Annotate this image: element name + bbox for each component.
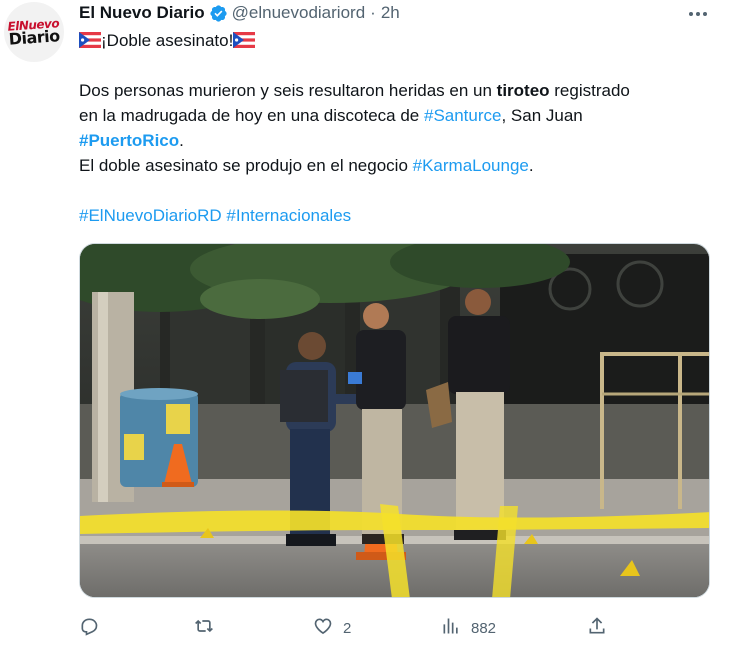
verified-badge-icon[interactable] <box>209 4 228 23</box>
hashtag-link[interactable]: #ElNuevoDiarioRD <box>79 206 222 225</box>
hashtag-link[interactable]: #PuertoRico <box>79 131 179 150</box>
tweet-body-line: en la madrugada de hoy en una discoteca … <box>79 106 583 125</box>
views-icon <box>441 616 461 640</box>
tweet-hashtags-line: #ElNuevoDiarioRD #Internacionales <box>79 203 719 228</box>
tweet-body-line: #PuertoRico. <box>79 131 184 150</box>
flag-pr-icon <box>233 30 256 55</box>
tweet-title-line: ¡Doble asesinato! <box>79 28 719 53</box>
tweet[interactable]: ElNuevo Diario El Nuevo Diario @elnuevod… <box>0 0 731 657</box>
more-icon[interactable] <box>684 4 712 24</box>
avatar[interactable]: ElNuevo Diario <box>4 2 64 62</box>
reply-button[interactable] <box>79 614 109 642</box>
views-count: 882 <box>471 619 497 637</box>
separator-dot: · <box>370 3 376 22</box>
account-handle[interactable]: @elnuevodiariord <box>232 3 366 23</box>
hashtag-link[interactable]: #Santurce <box>424 106 502 125</box>
like-icon <box>313 616 333 640</box>
reply-icon <box>79 616 99 640</box>
hashtag-link[interactable]: #Internacionales <box>226 206 351 225</box>
retweet-button[interactable] <box>193 614 225 642</box>
tweet-actions-bar: 2 882 <box>79 614 710 642</box>
tweet-title: ¡Doble asesinato! <box>101 31 234 50</box>
like-count: 2 <box>343 619 352 637</box>
account-name[interactable]: El Nuevo Diario <box>79 3 205 23</box>
share-button[interactable] <box>587 614 607 642</box>
tweet-body-line: El doble asesinato se produjo en el nego… <box>79 156 534 175</box>
tweet-time[interactable]: 2h <box>381 3 400 23</box>
share-icon <box>587 616 607 640</box>
tweet-media-image[interactable] <box>79 243 710 598</box>
retweet-icon <box>193 616 215 640</box>
avatar-logo: ElNuevo Diario <box>7 15 61 49</box>
bold-word: tiroteo <box>496 81 550 100</box>
tweet-text: ¡Doble asesinato! Dos personas murieron … <box>79 28 719 228</box>
like-button[interactable]: 2 <box>313 614 351 642</box>
flag-pr-icon <box>79 30 101 55</box>
tweet-body-line: Dos personas murieron y seis resultaron … <box>79 81 630 100</box>
views-button[interactable]: 882 <box>441 614 496 642</box>
hashtag-link[interactable]: #KarmaLounge <box>413 156 529 175</box>
tweet-header: El Nuevo Diario @elnuevodiariord · 2h <box>79 2 400 24</box>
